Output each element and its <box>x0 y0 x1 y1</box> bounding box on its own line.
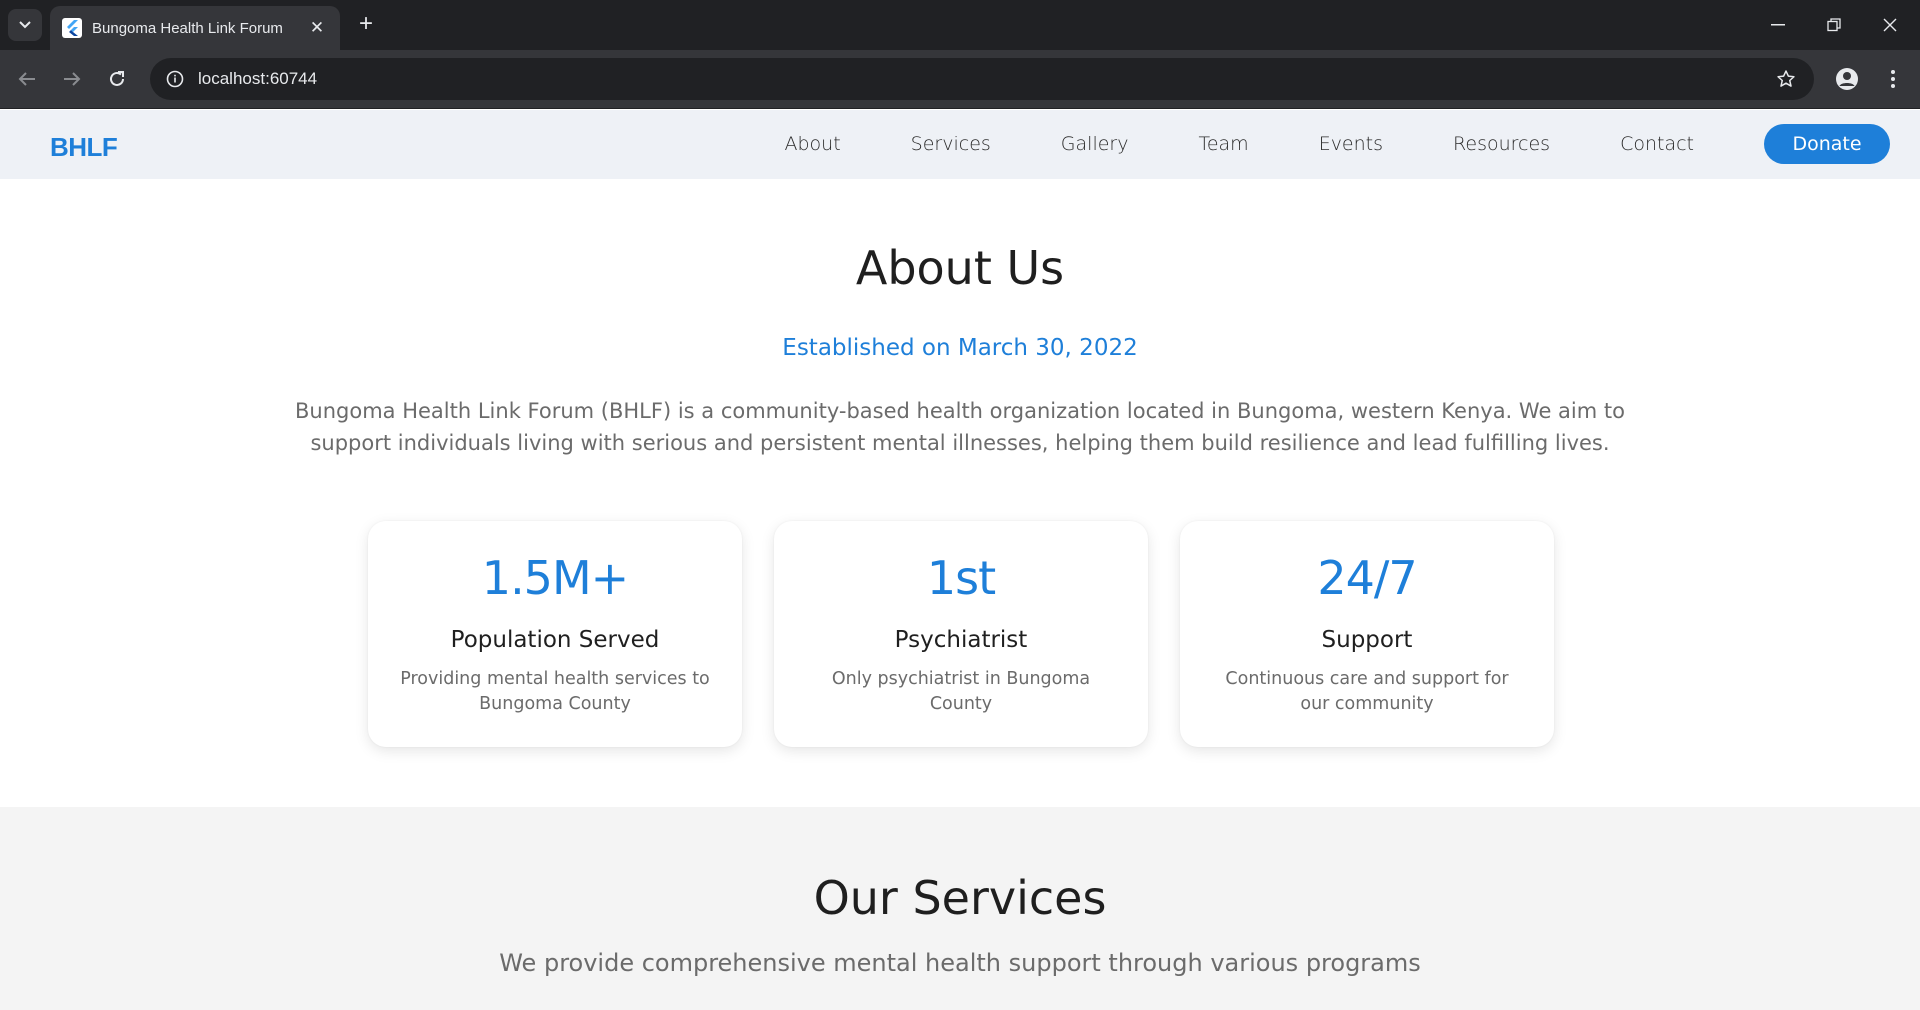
window-close-icon[interactable] <box>1862 0 1918 50</box>
main-nav: About Services Gallery Team Events Resou… <box>749 123 1890 165</box>
services-section: Our Services We provide comprehensive me… <box>0 807 1920 1010</box>
forward-icon[interactable] <box>57 64 87 94</box>
stat-label: Population Served <box>450 627 660 653</box>
profile-icon[interactable] <box>1832 64 1862 94</box>
star-icon[interactable] <box>1766 58 1806 100</box>
stat-description: Only psychiatrist in Bungoma County <box>831 669 1091 714</box>
browser-tab[interactable]: Bungoma Health Link Forum ✕ <box>50 6 340 50</box>
kebab-menu-icon[interactable] <box>1878 64 1908 94</box>
stat-value: 1st <box>926 551 996 605</box>
nav-resources[interactable]: Resources <box>1453 133 1550 155</box>
stat-card-support: 24/7 Support Continuous care and support… <box>1180 521 1554 747</box>
tab-search-icon[interactable] <box>8 9 42 41</box>
stats-row: 1.5M+ Population Served Providing mental… <box>368 521 1554 747</box>
tab-title: Bungoma Health Link Forum <box>92 19 283 37</box>
reload-icon[interactable] <box>102 64 132 94</box>
minimize-icon[interactable] <box>1750 0 1806 50</box>
stat-value: 1.5M+ <box>481 551 629 605</box>
services-title: Our Services <box>813 871 1107 925</box>
browser-toolbar: localhost:60744 <box>0 50 1920 109</box>
donate-button[interactable]: Donate <box>1764 124 1890 164</box>
close-icon[interactable]: ✕ <box>306 18 328 38</box>
established-date: Established on March 30, 2022 <box>782 335 1138 361</box>
stat-description: Continuous care and support for our comm… <box>1225 669 1509 714</box>
site-logo[interactable]: BHLF <box>50 132 118 163</box>
stat-description: Providing mental health services to Bung… <box>400 669 710 714</box>
flutter-favicon-icon <box>62 18 82 38</box>
nav-team[interactable]: Team <box>1198 133 1248 155</box>
services-subtitle: We provide comprehensive mental health s… <box>499 949 1421 977</box>
restore-icon[interactable] <box>1806 0 1862 50</box>
browser-tab-bar: Bungoma Health Link Forum ✕ + <box>0 0 1920 50</box>
stat-card-psychiatrist: 1st Psychiatrist Only psychiatrist in Bu… <box>774 521 1148 747</box>
stat-label: Support <box>1321 627 1413 653</box>
about-section: About Us Established on March 30, 2022 B… <box>0 179 1920 807</box>
about-intro: Bungoma Health Link Forum (BHLF) is a co… <box>295 399 1625 455</box>
about-title: About Us <box>855 241 1065 295</box>
back-icon[interactable] <box>12 64 42 94</box>
stat-card-population: 1.5M+ Population Served Providing mental… <box>368 521 742 747</box>
nav-contact[interactable]: Contact <box>1620 133 1694 155</box>
nav-about[interactable]: About <box>784 133 840 155</box>
nav-events[interactable]: Events <box>1319 133 1383 155</box>
nav-gallery[interactable]: Gallery <box>1061 133 1129 155</box>
url-text[interactable]: localhost:60744 <box>198 69 1766 89</box>
stat-value: 24/7 <box>1317 551 1417 605</box>
site-header: BHLF About Services Gallery Team Events … <box>0 110 1920 179</box>
stat-label: Psychiatrist <box>894 627 1028 653</box>
plus-icon[interactable]: + <box>352 10 380 38</box>
address-bar[interactable]: localhost:60744 <box>150 58 1814 100</box>
nav-services[interactable]: Services <box>911 133 991 155</box>
info-icon[interactable] <box>154 58 196 100</box>
